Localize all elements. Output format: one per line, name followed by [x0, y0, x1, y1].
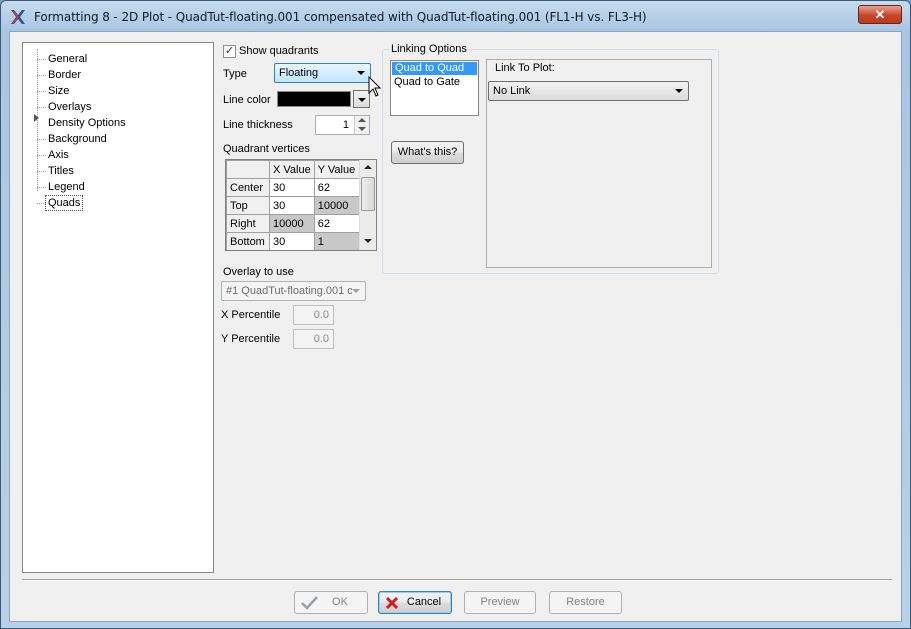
checkmark-icon: [301, 596, 318, 610]
overlay-select-value: #1 QuadTut-floating.001 c: [226, 285, 352, 297]
link-settings-panel: Link To Plot: No Link: [486, 59, 712, 268]
title-bar[interactable]: Formatting 8 - 2D Plot - QuadTut-floatin…: [1, 1, 910, 33]
link-to-plot-label: Link To Plot:: [495, 62, 555, 74]
cancel-button[interactable]: Cancel: [378, 591, 452, 614]
line-color-label: Line color: [223, 94, 271, 106]
window-title: Formatting 8 - 2D Plot - QuadTut-floatin…: [34, 10, 647, 24]
category-tree[interactable]: General Border Size Overlays Density Opt…: [22, 42, 214, 573]
expand-arrow-icon[interactable]: [34, 114, 39, 122]
line-thickness-value: 1: [342, 119, 349, 131]
dialog-window: Formatting 8 - 2D Plot - QuadTut-floatin…: [0, 0, 911, 629]
chevron-down-icon: [352, 289, 360, 293]
ok-button[interactable]: OK: [294, 591, 368, 614]
quadrant-vertices-grid[interactable]: X Value Y Value Center 30 62 Top 30 1000…: [225, 159, 377, 251]
row-header: Right: [226, 214, 270, 233]
tree-item-border[interactable]: Border: [48, 68, 81, 82]
whats-this-button[interactable]: What's this?: [391, 141, 464, 164]
line-color-swatch[interactable]: [277, 91, 351, 107]
ok-button-label: OK: [332, 596, 348, 608]
close-button[interactable]: ✕: [858, 5, 902, 24]
tree-connector: [37, 139, 46, 140]
grid-cell[interactable]: 30: [269, 232, 315, 250]
chevron-down-icon: [675, 89, 683, 93]
tree-item-legend[interactable]: Legend: [48, 180, 85, 194]
stepper-down-icon[interactable]: [358, 127, 366, 131]
overlay-label: Overlay to use: [223, 266, 294, 278]
line-thickness-stepper[interactable]: 1: [315, 115, 370, 135]
stepper-up-icon[interactable]: [358, 118, 366, 122]
tree-connector: [37, 91, 46, 92]
tree-item-density-options[interactable]: Density Options: [48, 116, 126, 130]
grid-cell[interactable]: 30: [269, 178, 315, 197]
scroll-up-icon[interactable]: [364, 165, 372, 169]
column-header-x[interactable]: X Value: [269, 160, 315, 179]
scroll-down-icon[interactable]: [364, 239, 372, 243]
cancel-button-label: Cancel: [406, 596, 442, 608]
linking-options-label: Linking Options: [390, 43, 468, 55]
column-header-y[interactable]: Y Value: [313, 160, 362, 179]
y-percentile-field[interactable]: 0.0: [293, 329, 334, 349]
table-row: Right 10000 62: [226, 214, 362, 233]
footer-separator: [22, 579, 892, 581]
mouse-pointer-icon: [368, 76, 382, 97]
grid-cell[interactable]: 62: [313, 178, 362, 197]
chevron-down-icon: [358, 98, 366, 102]
link-to-plot-value: No Link: [493, 85, 531, 97]
grid-cell[interactable]: 1: [313, 232, 362, 250]
row-header: Bottom: [226, 232, 270, 250]
grid-corner: [226, 160, 270, 179]
show-quadrants-checkbox[interactable]: ✓: [223, 45, 236, 58]
list-item[interactable]: Quad to Gate: [391, 76, 478, 89]
x-percentile-label: X Percentile: [221, 309, 281, 321]
grid-scrollbar[interactable]: [359, 160, 376, 250]
chevron-down-icon: [357, 71, 365, 75]
table-row: Bottom 30 1: [226, 232, 362, 250]
tree-connector: [37, 75, 46, 76]
tree-connector: [37, 171, 46, 172]
link-to-plot-select[interactable]: No Link: [488, 81, 689, 101]
tree-connector: [37, 107, 46, 108]
linking-options-list[interactable]: Quad to Quad Quad to Gate: [390, 60, 479, 116]
table-row: Top 30 10000: [226, 196, 362, 215]
scroll-thumb[interactable]: [361, 177, 375, 211]
close-icon: ✕: [874, 7, 886, 22]
tree-connector: [37, 203, 46, 204]
restore-button[interactable]: Restore: [549, 591, 622, 614]
tree-item-size[interactable]: Size: [48, 84, 69, 98]
stepper-buttons[interactable]: [354, 116, 369, 134]
type-label: Type: [223, 68, 247, 80]
row-header: Top: [226, 196, 270, 215]
grid-cell[interactable]: 62: [313, 214, 362, 233]
tree-item-quads[interactable]: Quads: [44, 195, 84, 211]
type-select[interactable]: Floating: [274, 63, 371, 83]
tree-item-titles[interactable]: Titles: [48, 164, 74, 178]
app-x-icon: [11, 10, 25, 24]
tree-connector: [37, 59, 46, 60]
line-thickness-label: Line thickness: [223, 119, 293, 131]
list-item[interactable]: Quad to Quad: [392, 62, 477, 75]
red-x-icon: [385, 596, 399, 610]
overlay-select[interactable]: #1 QuadTut-floating.001 c: [221, 281, 366, 301]
tree-connector: [37, 187, 46, 188]
type-select-value: Floating: [279, 67, 319, 79]
quadrant-vertices-label: Quadrant vertices: [223, 143, 310, 155]
tree-item-axis[interactable]: Axis: [48, 148, 69, 162]
grid-cell[interactable]: 10000: [313, 196, 362, 215]
tree-item-general[interactable]: General: [48, 52, 87, 66]
dialog-client: General Border Size Overlays Density Opt…: [9, 31, 902, 622]
show-quadrants-label: Show quadrants: [239, 45, 319, 57]
table-row: Center 30 62: [226, 178, 362, 197]
tree-connector: [37, 155, 46, 156]
x-percentile-field[interactable]: 0.0: [293, 305, 334, 325]
row-header: Center: [226, 178, 270, 197]
y-percentile-label: Y Percentile: [221, 333, 281, 345]
tree-item-background[interactable]: Background: [48, 132, 107, 146]
checkmark-icon: ✓: [224, 45, 235, 57]
tree-item-overlays[interactable]: Overlays: [48, 100, 91, 114]
grid-cell[interactable]: 10000: [269, 214, 315, 233]
preview-button[interactable]: Preview: [464, 591, 536, 614]
grid-cell[interactable]: 30: [269, 196, 315, 215]
